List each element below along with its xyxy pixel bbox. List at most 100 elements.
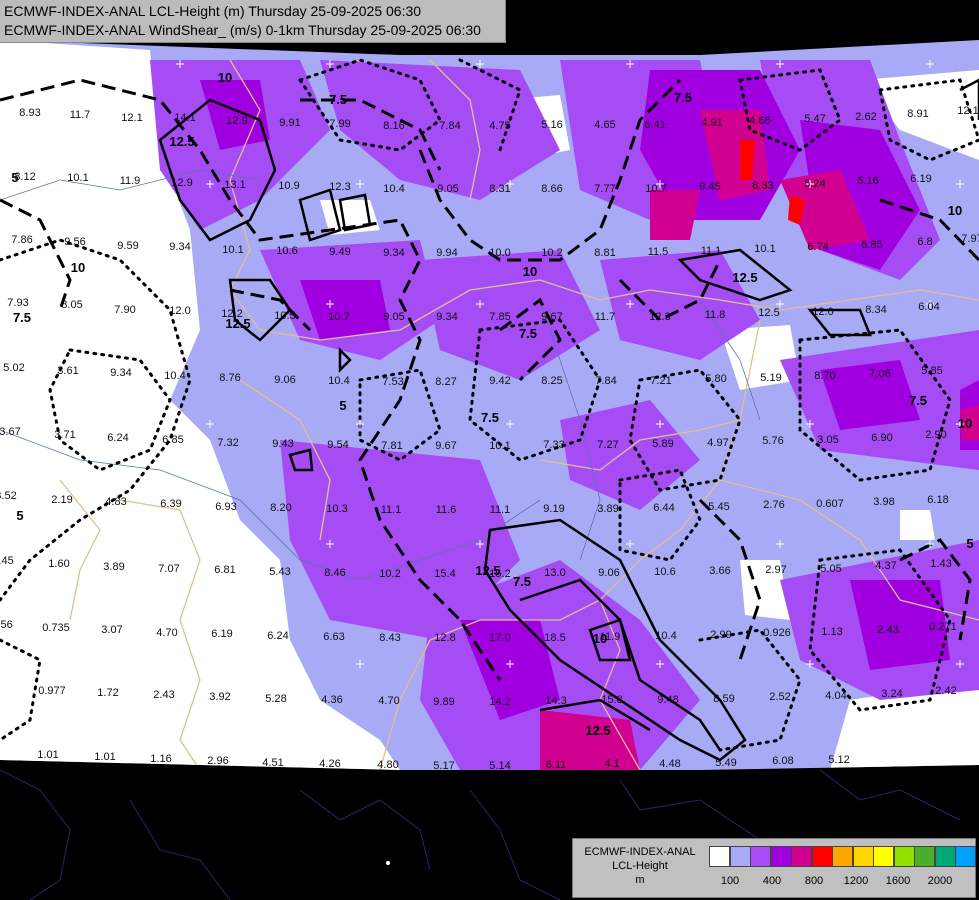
value-label: 3.67 [0,426,21,438]
contour-label: 5 [339,398,346,413]
value-label: 6.93 [215,501,236,513]
color-legend: ECMWF-INDEX-ANAL LCL-Height m 100 400 800 1… [572,838,976,898]
value-label: 7.77 [594,183,615,195]
value-label: 4.91 [701,117,722,129]
value-label: 0.735 [42,622,70,634]
value-label: 7.53 [382,376,403,388]
value-label: 6.63 [323,631,344,643]
value-label: 9.05 [437,183,458,195]
value-label: 3.07 [101,624,122,636]
value-label: 7.06 [869,368,890,380]
contour-label: 10 [523,264,537,279]
value-label: 2.90 [925,429,946,441]
value-label: 9.67 [435,440,456,452]
legend-title-line2: LCL-Height [612,860,668,872]
value-label: 11.1 [381,504,402,516]
value-label: 10.7 [328,311,349,323]
value-label: 6.08 [772,755,793,767]
value-label: 11.6 [436,504,457,516]
value-label: 3.61 [57,365,78,377]
value-label: 11.9 [120,175,141,187]
value-label: 4.37 [875,560,896,572]
value-label: 12.1 [957,105,978,117]
value-label: 13.0 [544,567,565,579]
value-label: 6.8 [917,236,932,248]
value-label: 8.33 [752,180,773,192]
legend-title-line1: ECMWF-INDEX-ANAL [584,846,696,858]
value-label: 1.16 [150,753,171,765]
contour-label: 10 [948,203,962,218]
value-label: 8.31 [489,183,510,195]
legend-tick: 2000 [927,875,953,887]
value-label: 9.34 [383,247,404,259]
value-label: 4.04 [825,690,846,702]
value-label: 6.11 [546,759,567,771]
value-label: 9.45 [699,181,720,193]
value-label: 3.66 [709,565,730,577]
value-label: 5.85 [921,365,942,377]
contour-label: 5 [966,536,973,551]
legend-tick: 400 [762,875,782,887]
legend-swatch [750,846,771,867]
value-label: 12.3 [649,311,670,323]
value-label: 10.4 [655,630,676,642]
value-label: 10.9 [278,180,299,192]
value-label: 8.05 [61,299,82,311]
value-label: 9.06 [274,374,295,386]
value-label: 12.0 [812,306,833,318]
value-label: 9.19 [543,503,564,515]
contour-label: 5 [16,508,23,523]
value-label: 6.81 [214,564,235,576]
value-label: 11.1 [490,504,511,516]
value-label: 6.16 [857,175,878,187]
city-marker [386,861,390,865]
legend-swatch [914,846,935,867]
contour-label: 7.5 [13,310,31,325]
value-label: 5.49 [715,757,736,769]
value-label: 7.93 [7,297,28,309]
value-label: 7.99 [329,118,350,130]
value-label: 5.80 [705,373,726,385]
value-label: 17.0 [489,632,510,644]
value-label: 10.1 [222,244,243,256]
legend-swatch [955,846,976,867]
value-label: 4.83 [105,496,126,508]
value-label: 3.71 [54,429,75,441]
value-label: 2.43 [153,689,174,701]
value-label: 12.1 [121,112,142,124]
value-label: 9.59 [117,240,138,252]
value-label: 10.4 [328,375,349,387]
value-label: 14.2 [489,696,510,708]
value-label: 0.271 [929,621,957,633]
value-label: 10.0 [489,247,510,259]
value-label: 8.70 [814,370,835,382]
value-label: 11.5 [648,246,669,258]
value-label: 8.76 [219,372,240,384]
contour-label: 12.5 [732,270,757,285]
value-label: 10.6 [276,245,297,257]
value-label: 12.8 [434,632,455,644]
value-label: 7.84 [439,120,460,132]
value-label: 4.66 [749,115,770,127]
value-label: 3.05 [817,434,838,446]
value-label: 8.27 [435,376,456,388]
value-label: 4.36 [321,694,342,706]
weather-map: 10 7.5 12.5 5 10 12.5 7.5 10 7.5 12.5 5 7.5 12.5 10 7.… [0,0,979,900]
title-box: ECMWF-INDEX-ANAL LCL-Height (m) Thursday… [0,0,506,43]
legend-swatch [893,846,915,867]
value-label: 2.43 [877,624,898,636]
value-label: 11.8 [705,309,726,321]
value-label: 4.65 [594,119,615,131]
legend-tick: 1200 [843,875,869,887]
value-label: 18.5 [544,632,565,644]
value-label: 10.1 [489,440,510,452]
value-label: 8.91 [907,108,928,120]
value-label: 10.2 [541,247,562,259]
value-label: 2.19 [51,494,72,506]
value-label: 3.98 [873,496,894,508]
value-label: 5.28 [265,693,286,705]
legend-title: ECMWF-INDEX-ANAL LCL-Height m [577,845,703,887]
legend-swatch [770,846,792,867]
legend-swatch [832,846,853,867]
value-label: 9.05 [383,311,404,323]
